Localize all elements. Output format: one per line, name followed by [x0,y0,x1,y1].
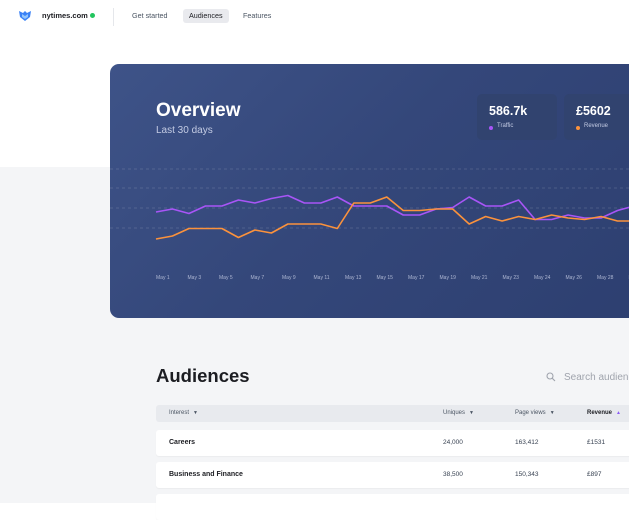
traffic-legend-dot [489,126,493,130]
stat-revenue[interactable]: £5602 Revenue [564,94,629,140]
site-name[interactable]: nytimes.com [42,11,88,20]
x-tick-label: May 15 [377,275,394,281]
table-row[interactable]: Careers 24,000 163,412 £1531 [156,430,629,456]
x-tick-label: May 1 [156,275,170,281]
status-online-dot [90,13,95,18]
stat-revenue-value: £5602 [576,104,611,118]
stat-traffic[interactable]: 586.7k Traffic [477,94,557,140]
table-row[interactable]: Business and Finance 38,500 150,343 £897 [156,462,629,488]
x-tick-label: May 26 [566,275,583,281]
x-tick-label: May 19 [440,275,457,281]
stat-revenue-label: Revenue [584,123,608,129]
cell-interest: Careers [169,430,195,456]
overview-subtitle: Last 30 days [156,125,213,136]
top-navigation: nytimes.com Get started Audiences Featur… [0,0,629,34]
cell-uniques: 38,500 [443,462,463,488]
x-tick-label: May 28 [597,275,614,281]
x-tick-label: May 7 [251,275,265,281]
sort-up-icon: ▲ [616,405,621,422]
cell-revenue: £897 [587,462,601,488]
sort-down-icon: ▼ [550,405,555,422]
sort-down-icon: ▼ [469,405,474,422]
x-tick-label: May 17 [408,275,425,281]
column-interest-label: Interest [169,410,189,416]
overview-title: Overview [156,100,241,122]
x-tick-label: May 11 [314,275,330,281]
x-tick-label: May 5 [219,275,233,281]
tab-get-started[interactable]: Get started [126,9,174,23]
cell-page-views: 163,412 [515,430,539,456]
column-uniques-label: Uniques [443,410,465,416]
cell-page-views: 150,343 [515,462,539,488]
tab-features[interactable]: Features [237,9,277,23]
overview-card: May 1 May 3 May 5 May 7 May 9 May 11 May 13 May… [110,64,629,318]
x-tick-label: May 24 [534,275,551,281]
brand-logo-icon[interactable] [18,10,32,22]
nav-divider [113,8,114,26]
cell-uniques: 24,000 [443,430,463,456]
search-icon [546,372,556,382]
cell-revenue: £1531 [587,430,605,456]
x-tick-label: May 3 [188,275,202,281]
column-page-views[interactable]: Page views ▼ [515,405,555,422]
column-revenue-label: Revenue [587,410,612,416]
stat-traffic-label: Traffic [497,123,513,129]
column-revenue[interactable]: Revenue ▲ [587,405,621,422]
revenue-legend-dot [576,126,580,130]
audiences-table-header: Interest ▼ Uniques ▼ Page views ▼ Revenue ▲ [156,405,629,422]
column-interest[interactable]: Interest ▼ [169,405,198,422]
stat-traffic-value: 586.7k [489,104,527,118]
column-uniques[interactable]: Uniques ▼ [443,405,474,422]
column-page-views-label: Page views [515,410,546,416]
x-tick-label: May 13 [345,275,362,281]
audiences-title: Audiences [156,365,250,387]
x-tick-label: May 21 [471,275,488,281]
search-input[interactable] [564,370,629,384]
table-row[interactable] [156,494,629,520]
cell-interest: Business and Finance [169,462,243,488]
x-tick-label: May 23 [503,275,520,281]
tab-audiences[interactable]: Audiences [183,9,229,23]
x-tick-label: May 9 [282,275,296,281]
sort-down-icon: ▼ [193,405,198,422]
